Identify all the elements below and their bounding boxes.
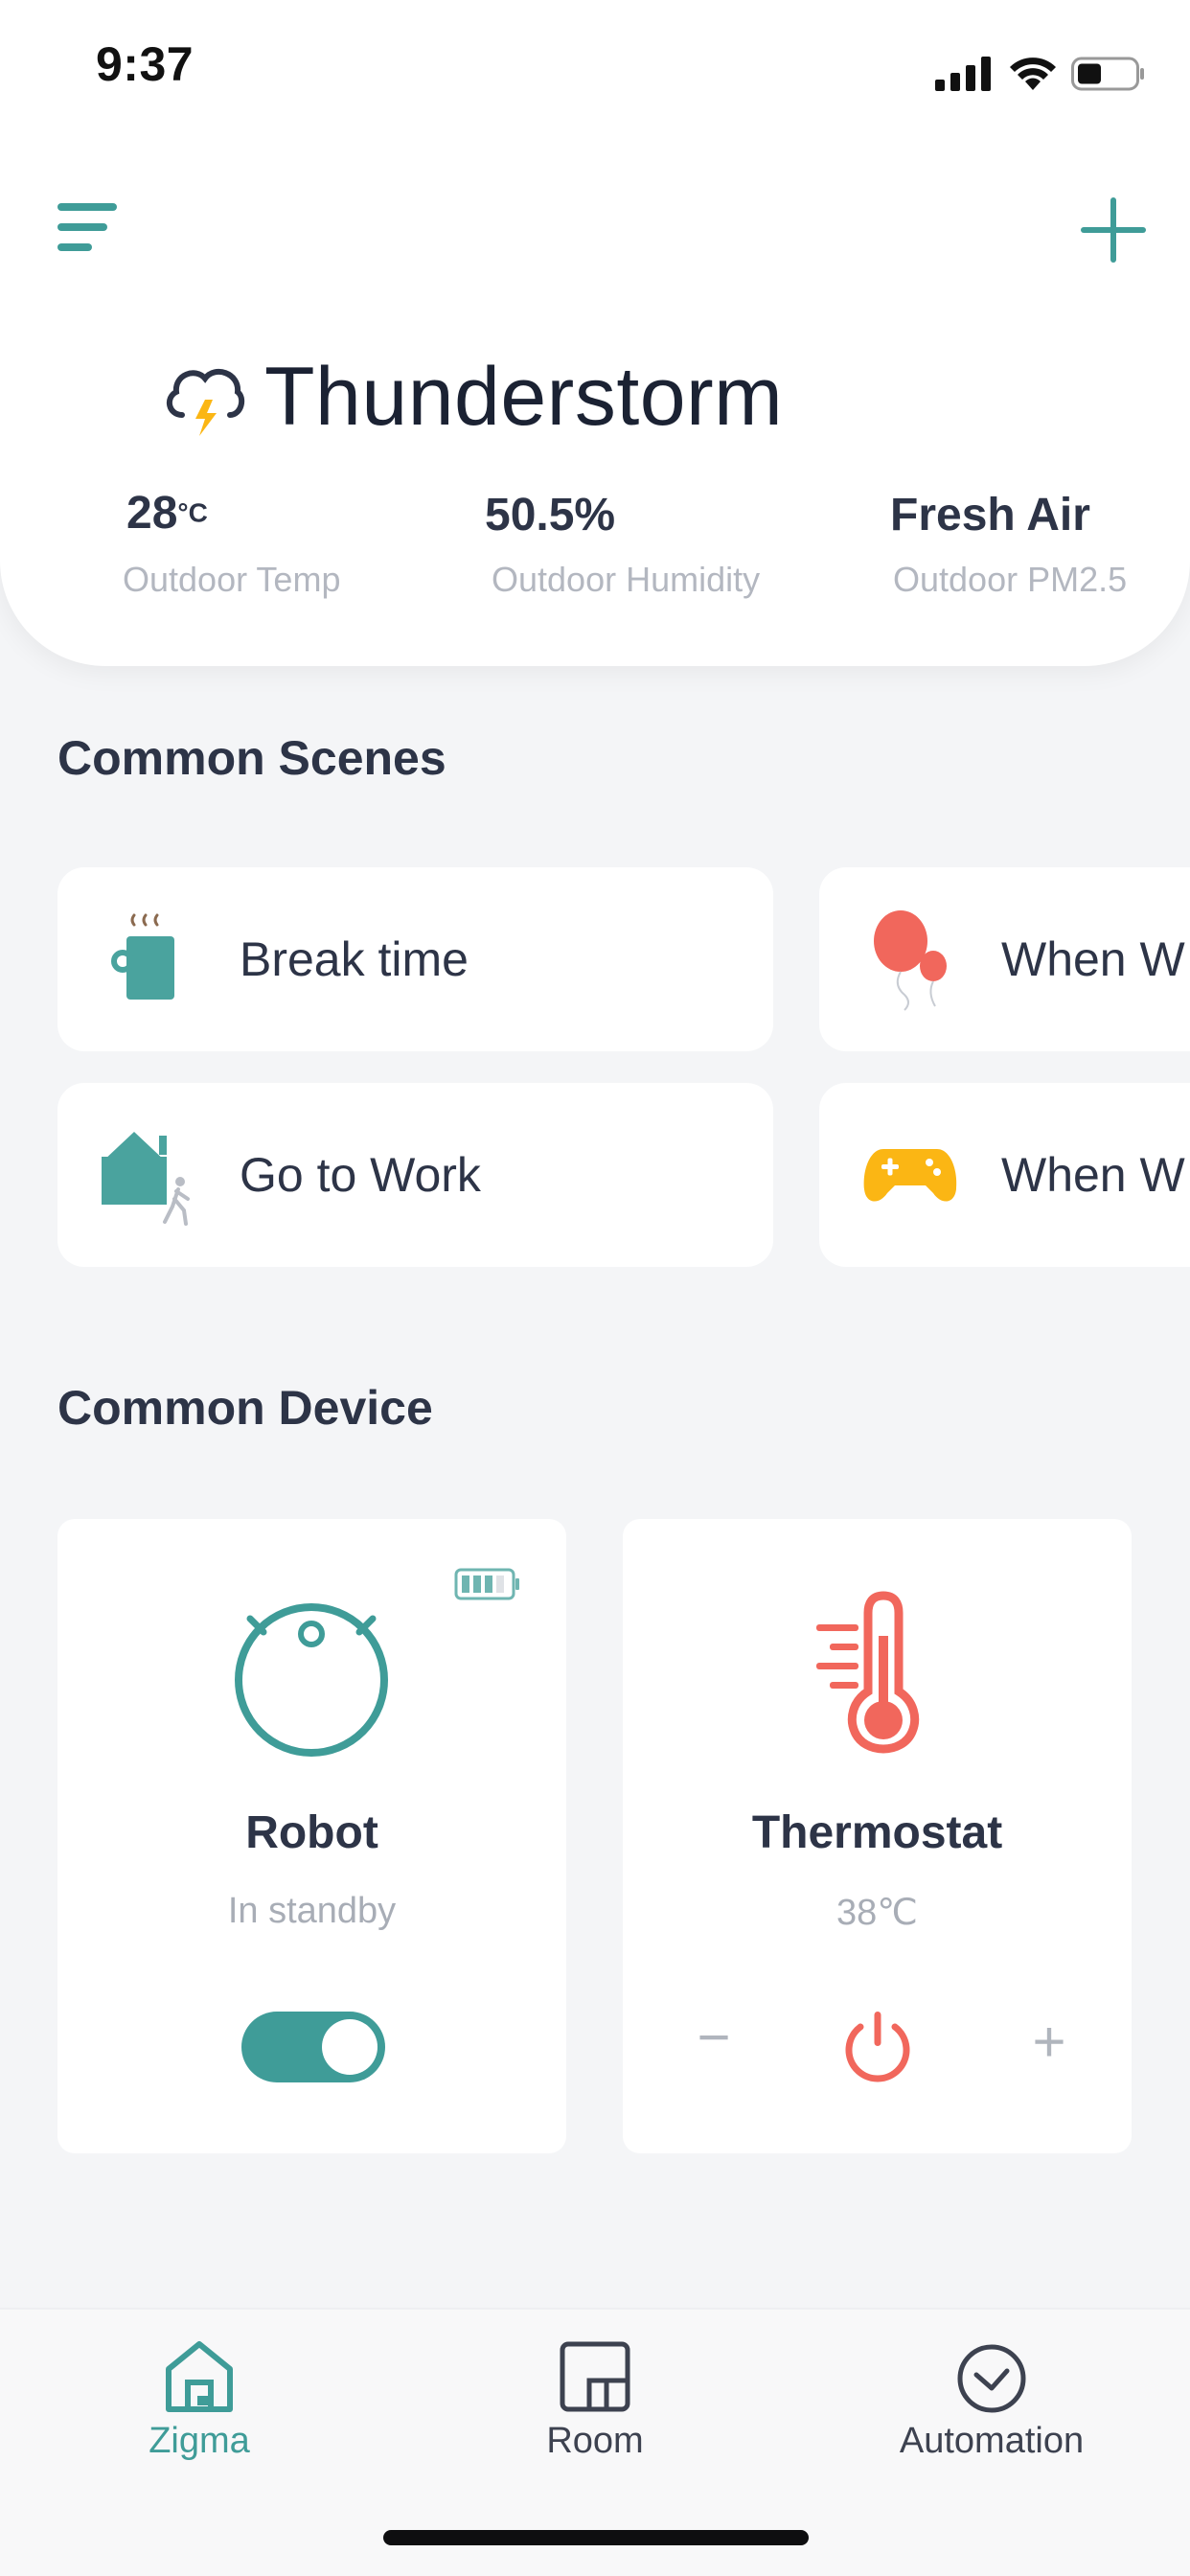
- battery-icon: [1071, 57, 1144, 91]
- weather-condition: Thunderstorm: [161, 350, 783, 445]
- wifi-icon: [1010, 58, 1056, 90]
- outdoor-humidity-label: Outdoor Humidity: [492, 560, 761, 599]
- thermometer-icon: [816, 1591, 920, 1754]
- thermostat-temp: 38℃: [836, 1893, 918, 1933]
- battery-level-icon: [454, 1568, 519, 1600]
- scene-card-go-to-work[interactable]: Go to Work: [57, 1083, 773, 1267]
- outdoor-air-value: Fresh Air: [890, 490, 1090, 540]
- cellular-signal-icon: [935, 57, 991, 91]
- scene-card-when-w-1[interactable]: When W: [819, 867, 1190, 1051]
- menu-button[interactable]: [56, 199, 123, 257]
- home-icon: [166, 2341, 233, 2412]
- weather-condition-label: Thunderstorm: [264, 351, 784, 443]
- outdoor-humidity-value: 50.5%: [485, 490, 616, 540]
- gamepad-icon: [863, 1149, 957, 1202]
- device-card-thermostat[interactable]: Thermostat 38℃ − +: [623, 1519, 1132, 2153]
- robot-name: Robot: [245, 1807, 378, 1858]
- tab-label: Automation: [899, 2421, 1085, 2461]
- tab-zigma[interactable]: Zigma: [56, 2310, 343, 2501]
- device-card-robot[interactable]: Robot In standby: [57, 1519, 566, 2153]
- scene-card-when-w-2[interactable]: When W: [819, 1083, 1190, 1267]
- room-icon: [560, 2341, 630, 2412]
- balloons-icon: [874, 910, 947, 1011]
- thermostat-power-button[interactable]: [839, 2008, 916, 2084]
- tab-room[interactable]: Room: [451, 2310, 739, 2501]
- robot-vacuum-icon: [235, 1603, 388, 1757]
- common-device-title: Common Device: [57, 1381, 433, 1435]
- robot-power-toggle[interactable]: [241, 2012, 385, 2082]
- status-bar-time: 9:37: [96, 37, 195, 91]
- decrease-temp-button[interactable]: −: [680, 1998, 747, 2075]
- coffee-mug-icon: [111, 913, 174, 1000]
- tab-label: Zigma: [149, 2421, 250, 2461]
- outdoor-temp-value: 28°C: [126, 488, 208, 539]
- house-walking-icon: [102, 1132, 190, 1226]
- toggle-knob: [322, 2019, 378, 2075]
- scene-label: Go to Work: [240, 1148, 481, 1202]
- scene-card-break-time[interactable]: Break time: [57, 867, 773, 1051]
- tab-automation[interactable]: Automation: [848, 2310, 1135, 2501]
- clock-check-icon: [957, 2344, 1026, 2413]
- home-indicator[interactable]: [383, 2530, 809, 2545]
- outdoor-pm25-label: Outdoor PM2.5: [893, 560, 1128, 599]
- scene-label: When W: [1001, 932, 1185, 986]
- plus-icon: [1081, 197, 1146, 263]
- status-bar-icons: [935, 50, 1146, 98]
- thunderstorm-icon: [166, 368, 245, 436]
- increase-temp-button[interactable]: +: [1016, 1998, 1083, 2084]
- scene-label: When W: [1001, 1148, 1185, 1202]
- temp-unit: °C: [177, 497, 208, 528]
- add-button[interactable]: [1075, 192, 1152, 268]
- robot-status: In standby: [227, 1891, 397, 1931]
- outdoor-temp-label: Outdoor Temp: [123, 560, 341, 599]
- thermostat-name: Thermostat: [751, 1807, 1003, 1858]
- scene-label: Break time: [240, 932, 469, 986]
- menu-icon: [57, 203, 117, 251]
- tab-label: Room: [546, 2421, 644, 2461]
- common-scenes-title: Common Scenes: [57, 731, 446, 785]
